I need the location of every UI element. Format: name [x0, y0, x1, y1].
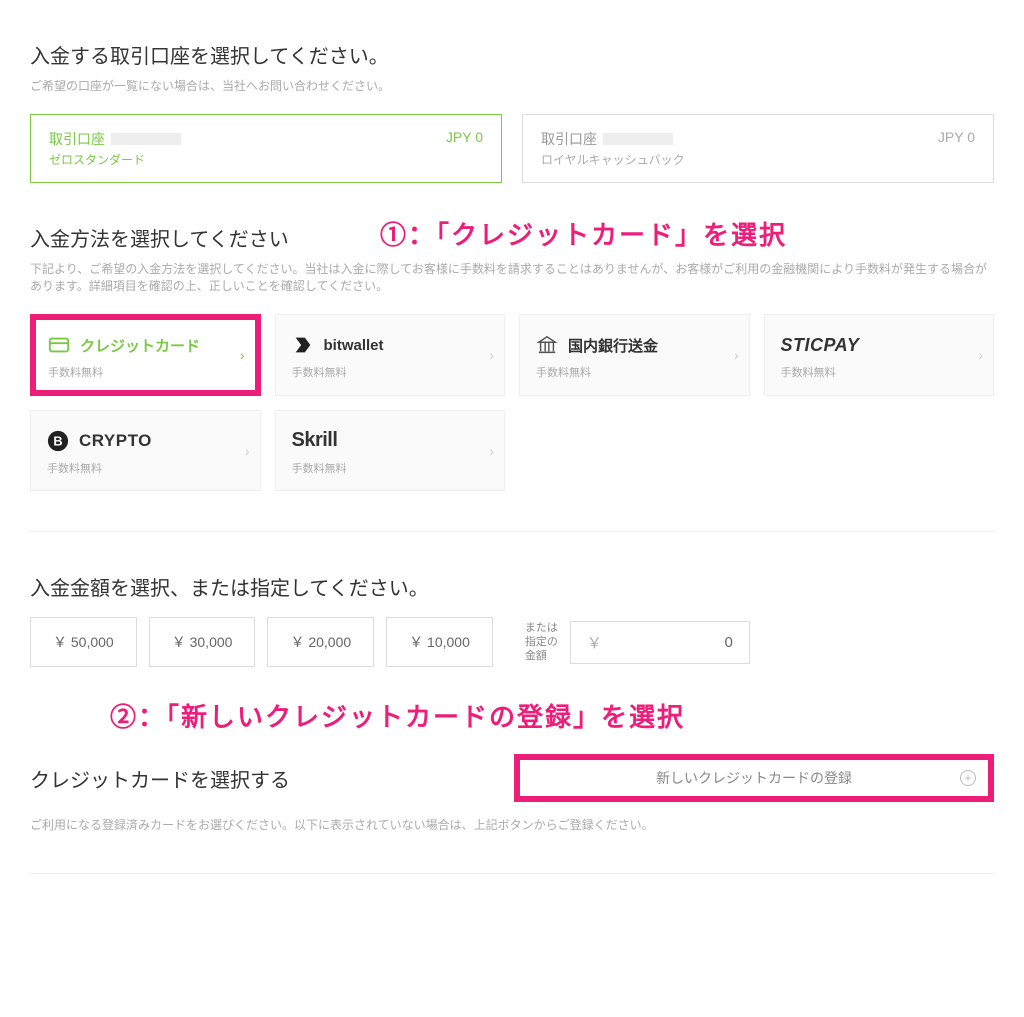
account-selection-section: 入金する取引口座を選択してください。 ご希望の口座が一覧にない場合は、当社へお問… — [30, 40, 994, 183]
amount-preset-10000[interactable]: ￥ 10,000 — [386, 617, 493, 667]
amount-preset-30000[interactable]: ￥ 30,000 — [149, 617, 256, 667]
chevron-right-icon: › — [240, 347, 245, 363]
amount-preset-50000[interactable]: ￥ 50,000 — [30, 617, 137, 667]
amount-or-label: または 指定の 金額 — [525, 621, 558, 664]
accounts-row: 取引口座 ゼロスタンダード JPY 0 取引口座 ロイヤルキャッシュバック JP… — [30, 114, 994, 183]
methods-grid: クレジットカード 手数料無料 › bitwallet 手数料無料 › 国内銀行送… — [30, 314, 994, 491]
account-name: 取引口座 — [49, 129, 181, 149]
divider — [30, 873, 994, 874]
method-fee: 手数料無料 — [292, 460, 489, 476]
bitcoin-icon: B — [47, 430, 69, 452]
amount-input[interactable] — [610, 634, 733, 651]
method-sticpay[interactable]: STICPAY 手数料無料 › — [764, 314, 995, 396]
account-card-zero-standard[interactable]: 取引口座 ゼロスタンダード JPY 0 — [30, 114, 502, 183]
bank-icon — [536, 334, 558, 356]
method-bitwallet[interactable]: bitwallet 手数料無料 › — [275, 314, 506, 396]
account-balance: JPY 0 — [938, 129, 975, 145]
annotation-2: ②：「新しいクレジットカードの登録」を選択 — [110, 697, 994, 734]
chevron-right-icon: › — [489, 347, 494, 363]
method-section-sub: 下記より、ご希望の入金方法を選択してください。当社は入金に際してお客様に手数料を… — [30, 260, 994, 294]
chevron-right-icon: › — [245, 443, 250, 459]
method-label: bitwallet — [324, 337, 384, 354]
method-fee: 手数料無料 — [48, 364, 243, 380]
method-fee: 手数料無料 — [47, 460, 244, 476]
method-crypto[interactable]: B CRYPTO 手数料無料 › — [30, 410, 261, 491]
amount-selection-section: 入金金額を選択、または指定してください。 ￥ 50,000 ￥ 30,000 ￥… — [30, 572, 994, 667]
account-balance: JPY 0 — [446, 129, 483, 145]
chevron-right-icon: › — [489, 443, 494, 459]
annotation-1: ①：「クレジットカード」を選択 — [380, 215, 787, 252]
redacted-block — [603, 133, 673, 145]
amount-section-title: 入金金額を選択、または指定してください。 — [30, 572, 994, 601]
method-label: 国内銀行送金 — [568, 335, 658, 356]
amount-input-wrapper[interactable]: ￥ — [570, 621, 750, 664]
skrill-logo: Skrill — [292, 429, 338, 452]
method-domestic-bank[interactable]: 国内銀行送金 手数料無料 › — [519, 314, 750, 396]
method-label: クレジットカード — [80, 335, 200, 356]
currency-symbol: ￥ — [587, 632, 602, 653]
account-section-title: 入金する取引口座を選択してください。 — [30, 40, 994, 69]
method-selection-section: 入金方法を選択してください 下記より、ご希望の入金方法を選択してください。当社は… — [30, 223, 994, 491]
card-icon — [48, 334, 70, 356]
amount-preset-20000[interactable]: ￥ 20,000 — [267, 617, 374, 667]
method-credit-card[interactable]: クレジットカード 手数料無料 › — [30, 314, 261, 396]
bitwallet-icon — [292, 334, 314, 356]
account-type: ゼロスタンダード — [49, 151, 181, 168]
method-fee: 手数料無料 — [781, 364, 978, 380]
method-label: CRYPTO — [79, 431, 152, 451]
sticpay-logo: STICPAY — [781, 335, 860, 356]
account-type: ロイヤルキャッシュバック — [541, 151, 685, 168]
method-fee: 手数料無料 — [536, 364, 733, 380]
new-credit-card-button[interactable]: 新しいクレジットカードの登録 + — [514, 754, 994, 802]
plus-circle-icon: + — [960, 770, 976, 786]
divider — [30, 531, 994, 532]
chevron-right-icon: › — [978, 347, 983, 363]
card-select-title: クレジットカードを選択する — [30, 764, 290, 793]
chevron-right-icon: › — [734, 347, 739, 363]
redacted-block — [111, 133, 181, 145]
card-select-sub: ご利用になる登録済みカードをお選びください。以下に表示されていない場合は、上記ボ… — [30, 816, 994, 833]
svg-text:B: B — [53, 433, 62, 448]
method-fee: 手数料無料 — [292, 364, 489, 380]
account-section-sub: ご希望の口座が一覧にない場合は、当社へお問い合わせください。 — [30, 77, 994, 94]
account-card-royal-cashback[interactable]: 取引口座 ロイヤルキャッシュバック JPY 0 — [522, 114, 994, 183]
method-skrill[interactable]: Skrill 手数料無料 › — [275, 410, 506, 491]
account-name: 取引口座 — [541, 129, 685, 149]
amounts-row: ￥ 50,000 ￥ 30,000 ￥ 20,000 ￥ 10,000 または … — [30, 617, 994, 667]
card-select-section: クレジットカードを選択する 新しいクレジットカードの登録 + ご利用になる登録済… — [30, 754, 994, 833]
new-card-label: 新しいクレジットカードの登録 — [656, 768, 852, 788]
